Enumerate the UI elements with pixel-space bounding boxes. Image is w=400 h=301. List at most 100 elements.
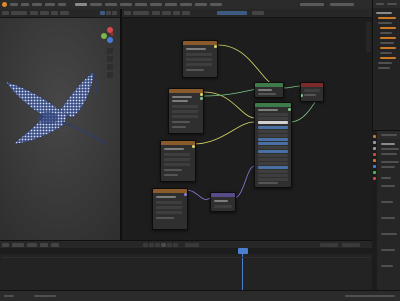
node-header[interactable] (153, 189, 187, 193)
tab-uv-editing[interactable] (120, 3, 132, 6)
use-nodes-toggle[interactable] (252, 11, 264, 15)
object-dropdown[interactable] (133, 11, 149, 15)
play-reverse-button[interactable] (155, 243, 160, 247)
property-row[interactable] (381, 185, 395, 187)
3d-viewport[interactable] (0, 18, 120, 240)
node-header[interactable] (301, 83, 323, 87)
node-header[interactable] (211, 193, 235, 197)
shading-material-button[interactable] (106, 11, 111, 15)
transmission-slider[interactable] (258, 178, 288, 181)
render-tab-icon[interactable] (373, 135, 376, 138)
projection-dropdown[interactable] (186, 63, 212, 66)
add-menu[interactable] (51, 11, 58, 15)
menu-file[interactable] (10, 3, 18, 6)
keying-menu[interactable] (27, 243, 37, 247)
scene-selector[interactable] (300, 3, 324, 6)
view-menu[interactable] (30, 11, 38, 15)
metallic-slider[interactable] (258, 138, 288, 141)
timeline-ruler[interactable] (0, 248, 372, 254)
property-row[interactable] (381, 166, 395, 168)
color-output-socket[interactable] (192, 145, 195, 148)
playhead-indicator[interactable] (238, 248, 248, 254)
outliner-item[interactable] (380, 32, 392, 34)
outliner-item[interactable] (378, 22, 392, 24)
outliner-filter[interactable] (376, 3, 384, 5)
end-frame-field[interactable] (342, 243, 360, 247)
projection-dropdown[interactable] (164, 163, 190, 166)
next-keyframe-button[interactable] (167, 243, 172, 247)
sheen-tint-slider[interactable] (258, 166, 288, 169)
property-row[interactable] (381, 201, 393, 203)
outliner-item[interactable] (380, 37, 396, 39)
specular-tint-slider[interactable] (258, 146, 288, 149)
select-menu[interactable] (40, 11, 49, 15)
outliner-search[interactable] (387, 3, 397, 5)
strength-field[interactable] (214, 205, 232, 208)
property-row[interactable] (381, 233, 397, 235)
outliner-item[interactable] (380, 57, 396, 59)
tab-layout[interactable] (75, 3, 87, 6)
interpolation-dropdown[interactable] (172, 110, 198, 113)
clearcoat-slider[interactable] (258, 170, 288, 173)
alpha-output-socket[interactable] (200, 97, 203, 100)
object-tab-icon[interactable] (373, 159, 376, 162)
property-row[interactable] (381, 148, 399, 150)
object-mode-dropdown[interactable] (11, 11, 27, 15)
property-row[interactable] (381, 153, 397, 155)
editor-type-button[interactable] (124, 11, 131, 15)
material-slot-dropdown[interactable] (217, 11, 247, 15)
outliner-item[interactable] (378, 62, 392, 64)
property-row[interactable] (381, 265, 393, 267)
view-layer-selector[interactable] (330, 3, 354, 6)
shading-solid-button[interactable] (100, 11, 105, 15)
material-output-node[interactable] (300, 82, 324, 102)
texture-node[interactable] (152, 188, 188, 230)
extension-dropdown[interactable] (172, 115, 198, 118)
tab-compositing[interactable] (195, 3, 207, 6)
menu-render[interactable] (32, 3, 42, 6)
subsurface-slider[interactable] (258, 126, 288, 129)
jump-end-button[interactable] (173, 243, 178, 247)
color-output-socket[interactable] (214, 45, 217, 48)
interpolation-dropdown[interactable] (164, 158, 190, 161)
subsurface-radius-field[interactable] (258, 130, 288, 133)
property-row[interactable] (381, 217, 395, 219)
property-row[interactable] (381, 177, 391, 179)
subsurface-method-dropdown[interactable] (258, 117, 288, 120)
bsdf-output-socket[interactable] (288, 108, 291, 111)
tab-animation[interactable] (165, 3, 177, 6)
menu-help[interactable] (58, 3, 66, 6)
current-frame-field[interactable] (185, 243, 199, 247)
editor-type-button[interactable] (2, 11, 9, 15)
texture-node[interactable] (160, 140, 196, 182)
material-tab-icon[interactable] (373, 177, 376, 180)
tab-texture-paint[interactable] (135, 3, 147, 6)
marker-menu[interactable] (51, 243, 59, 247)
image-field[interactable] (156, 201, 182, 204)
normal-map-node[interactable] (210, 192, 236, 212)
playback-menu[interactable] (12, 243, 24, 247)
node-header[interactable] (255, 103, 291, 107)
shader-node-editor[interactable] (122, 18, 372, 240)
specular-slider[interactable] (258, 142, 288, 145)
tab-shading[interactable] (150, 3, 162, 6)
image-field[interactable] (186, 53, 212, 56)
tab-scripting[interactable] (210, 3, 222, 6)
shading-rendered-button[interactable] (112, 11, 117, 15)
property-row[interactable] (381, 161, 399, 163)
editor-type-button[interactable] (2, 243, 9, 247)
view-menu[interactable] (152, 11, 160, 15)
properties-search[interactable] (381, 134, 397, 136)
tab-modeling[interactable] (90, 3, 102, 6)
outliner-item[interactable] (378, 67, 390, 69)
anisotropic-rotation-slider[interactable] (258, 158, 288, 161)
outliner-item[interactable] (380, 52, 392, 54)
menu-window[interactable] (45, 3, 55, 6)
play-button[interactable] (161, 243, 166, 247)
principled-bsdf-node[interactable] (254, 102, 292, 188)
start-frame-field[interactable] (320, 243, 338, 247)
property-row[interactable] (381, 249, 395, 251)
color-output-socket[interactable] (200, 93, 203, 96)
scene-tab-icon[interactable] (373, 147, 376, 150)
outliner-item[interactable] (380, 42, 394, 44)
